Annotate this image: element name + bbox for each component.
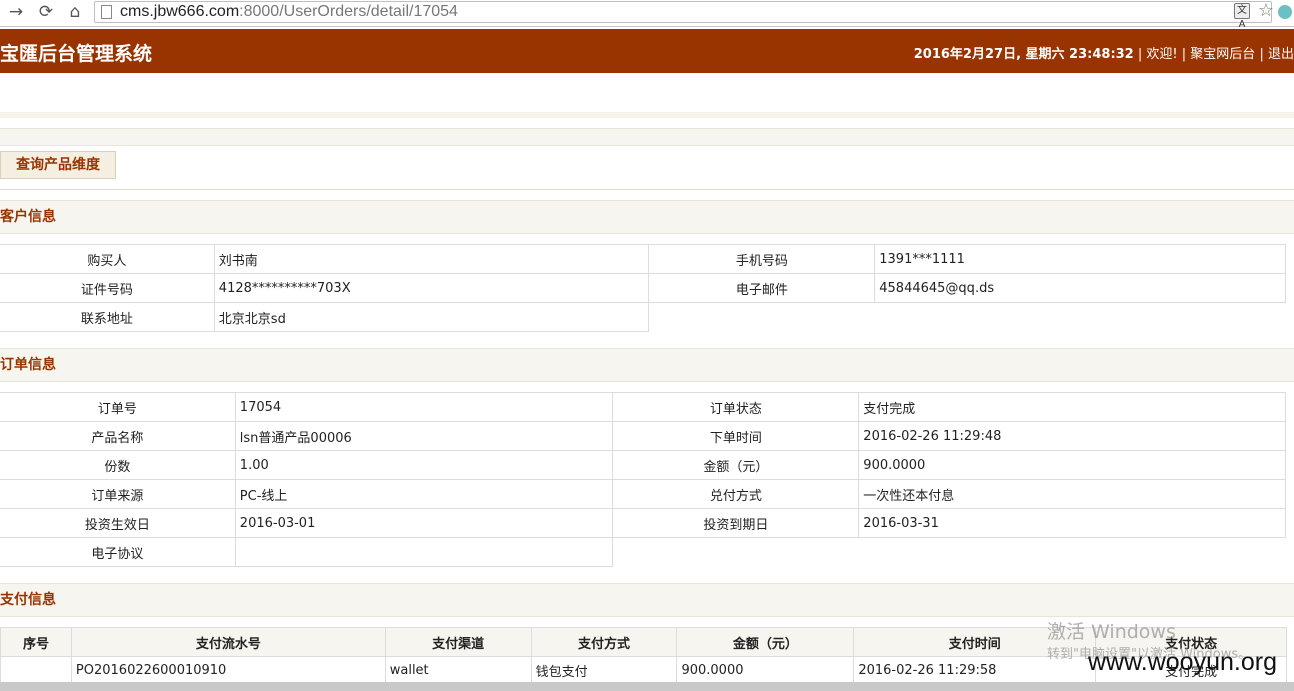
amount-value: 900.0000 [858, 450, 1286, 480]
order-source-value: PC-线上 [234, 479, 614, 509]
reload-icon[interactable]: ⟳ [36, 2, 56, 22]
column-header: 序号 [0, 627, 72, 657]
payment-amount: 900.0000 [676, 656, 855, 685]
table-row: 购买人 刘书南 手机号码 1391***1111 [0, 244, 1286, 274]
order-time-label: 下单时间 [612, 421, 860, 451]
section-customer-info: 客户信息 [0, 200, 1294, 234]
order-source-label: 订单来源 [0, 479, 236, 509]
column-header: 金额（元） [676, 627, 855, 657]
separator: | [1181, 47, 1187, 62]
order-status-label: 订单状态 [612, 392, 860, 422]
table-row: 证件号码 4128**********703X 电子邮件 45844645@qq… [0, 273, 1286, 303]
payment-method: 钱包支付 [530, 656, 678, 685]
customer-info-table: 购买人 刘书南 手机号码 1391***1111 证件号码 4128******… [0, 244, 1286, 332]
query-product-dimension-button[interactable]: 查询产品维度 [0, 151, 116, 179]
extension-icon[interactable] [1278, 5, 1292, 19]
activate-windows-watermark: 激活 Windows [1047, 621, 1176, 643]
shares-label: 份数 [0, 450, 236, 480]
buyer-label: 购买人 [0, 244, 215, 274]
order-time-value: 2016-02-26 11:29:48 [858, 421, 1286, 451]
end-date-label: 投资到期日 [612, 508, 860, 538]
app-header: 宝匯后台管理系统 2016年2月27日, 星期六 23:48:32 | 欢迎! … [0, 29, 1294, 73]
section-order-info: 订单信息 [0, 348, 1294, 382]
back-arrow-icon[interactable]: → [6, 2, 26, 22]
header-datetime: 2016年2月27日, 星期六 23:48:32 [913, 47, 1134, 62]
horizontal-scrollbar[interactable] [0, 682, 1294, 691]
redeem-method-value: 一次性还本付息 [858, 479, 1286, 509]
table-row: 份数 1.00 金额（元） 900.0000 [0, 450, 1286, 480]
logout-link[interactable]: 退出 [1268, 47, 1294, 62]
translate-icon[interactable]: 文A [1234, 3, 1250, 30]
column-header: 支付流水号 [70, 627, 386, 657]
page-icon [101, 5, 112, 19]
column-header: 支付方式 [530, 627, 678, 657]
payment-channel: wallet [384, 656, 532, 685]
url-text[interactable]: cms.jbw666.com:8000/UserOrders/detail/17… [120, 3, 458, 21]
table-row: 联系地址 北京北京sd [0, 302, 1286, 332]
backend-link[interactable]: 聚宝网后台 [1190, 47, 1255, 62]
separator: | [1259, 47, 1264, 62]
product-name-label: 产品名称 [0, 421, 236, 451]
home-icon[interactable]: ⌂ [65, 2, 85, 22]
agreement-value [234, 537, 614, 567]
table-row: 订单号 17054 订单状态 支付完成 [0, 392, 1286, 422]
phone-value: 1391***1111 [874, 244, 1286, 274]
id-label: 证件号码 [0, 273, 215, 303]
id-value: 4128**********703X [213, 273, 650, 303]
toolbar-strip [0, 128, 1294, 146]
table-row: 订单来源 PC-线上 兑付方式 一次性还本付息 [0, 479, 1286, 509]
payment-serial: PO2016022600010910 [70, 656, 386, 685]
section-payment-info: 支付信息 [0, 583, 1294, 617]
email-label: 电子邮件 [648, 273, 876, 303]
bookmark-star-icon[interactable]: ☆ [1258, 0, 1274, 21]
sub-header-strip [0, 112, 1294, 118]
product-name-value: lsn普通产品00006 [234, 421, 614, 451]
app-title: 宝匯后台管理系统 [0, 43, 153, 65]
address-value: 北京北京sd [213, 302, 650, 332]
separator: | [1137, 47, 1143, 62]
order-info-table: 订单号 17054 订单状态 支付完成 产品名称 lsn普通产品00006 下单… [0, 392, 1286, 567]
table-row: 产品名称 lsn普通产品00006 下单时间 2016-02-26 11:29:… [0, 421, 1286, 451]
phone-label: 手机号码 [648, 244, 876, 274]
site-watermark: www.wooyun.org [1088, 648, 1277, 676]
header-user-bar: 2016年2月27日, 星期六 23:48:32 | 欢迎! | 聚宝网后台 |… [914, 43, 1294, 62]
payment-seq [0, 656, 72, 685]
browser-toolbar: → ⟳ ⌂ cms.jbw666.com:8000/UserOrders/det… [0, 0, 1294, 30]
order-no-label: 订单号 [0, 392, 236, 422]
buyer-value: 刘书南 [213, 244, 650, 274]
start-date-value: 2016-03-01 [234, 508, 614, 538]
redeem-method-label: 兑付方式 [612, 479, 860, 509]
start-date-label: 投资生效日 [0, 508, 236, 538]
order-no-value: 17054 [234, 392, 614, 422]
address-label: 联系地址 [0, 302, 215, 332]
address-bar[interactable]: cms.jbw666.com:8000/UserOrders/detail/17… [94, 1, 1272, 23]
table-row: 投资生效日 2016-03-01 投资到期日 2016-03-31 [0, 508, 1286, 538]
column-header: 支付渠道 [384, 627, 532, 657]
order-status-value: 支付完成 [858, 392, 1286, 422]
amount-label: 金额（元） [612, 450, 860, 480]
shares-value: 1.00 [234, 450, 614, 480]
end-date-value: 2016-03-31 [858, 508, 1286, 538]
agreement-label: 电子协议 [0, 537, 236, 567]
email-value: 45844645@qq.ds [874, 273, 1286, 303]
welcome-text: 欢迎! [1146, 47, 1178, 62]
divider [0, 189, 1294, 190]
table-row: 电子协议 [0, 537, 1286, 567]
